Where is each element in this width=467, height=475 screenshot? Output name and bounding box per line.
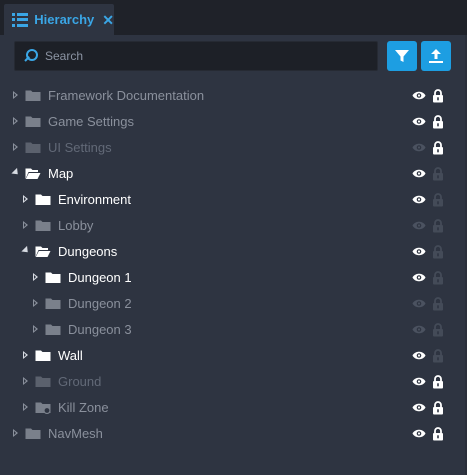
visibility-eye-icon[interactable] [412,245,426,260]
tab-title: Hierarchy [34,12,95,27]
folder-open-icon [25,167,41,183]
close-icon[interactable]: ✕ [102,13,114,27]
tree-item-label: Ground [58,374,102,389]
lock-icon[interactable] [432,245,444,262]
lock-icon[interactable] [432,141,444,158]
lock-icon[interactable] [432,193,444,210]
tree-item-label: Wall [58,348,83,363]
expanded-arrow-icon[interactable] [21,245,31,256]
collapsed-arrow-icon[interactable] [23,351,28,359]
folder-icon [25,115,41,131]
folder-icon [35,219,51,235]
tree-item[interactable]: Map [0,160,465,186]
visibility-eye-icon[interactable] [412,349,426,364]
folder-open-icon [35,245,51,261]
lock-icon[interactable] [432,349,444,366]
tree-item[interactable]: Ground [0,368,465,394]
collapsed-arrow-icon[interactable] [23,377,28,385]
hierarchy-tree: Framework Documentation Game Settings UI S… [0,82,465,446]
lock-icon[interactable] [432,427,444,444]
search-input[interactable] [43,48,367,64]
lock-icon[interactable] [432,115,444,132]
visibility-eye-icon[interactable] [412,141,426,156]
folder-icon [35,349,51,365]
tree-item-label: Lobby [58,218,94,233]
collapsed-arrow-icon[interactable] [13,117,18,125]
tree-item[interactable]: Dungeons [0,238,465,264]
search-box[interactable] [14,41,378,71]
lock-icon[interactable] [432,167,444,184]
folder-icon [45,323,61,339]
visibility-eye-icon[interactable] [412,115,426,130]
lock-icon[interactable] [432,375,444,392]
tree-item[interactable]: Dungeon 3 [0,316,465,342]
collapsed-arrow-icon[interactable] [13,429,18,437]
tree-item[interactable]: UI Settings [0,134,465,160]
visibility-eye-icon[interactable] [412,193,426,208]
search-icon [24,49,38,63]
lock-icon[interactable] [432,297,444,314]
tree-item[interactable]: NavMesh [0,420,465,446]
hierarchy-panel: Framework Documentation Game Settings UI S… [0,35,467,475]
folder-icon [25,89,41,105]
tree-item[interactable]: Dungeon 1 [0,264,465,290]
collapsed-arrow-icon[interactable] [13,91,18,99]
collapsed-arrow-icon[interactable] [33,273,38,281]
lock-icon[interactable] [432,323,444,340]
tree-item-label: Dungeons [58,244,118,259]
collapsed-arrow-icon[interactable] [23,195,28,203]
upload-icon [429,49,443,63]
visibility-eye-icon[interactable] [412,89,426,104]
visibility-eye-icon[interactable] [412,167,426,182]
tree-item-label: Framework Documentation [48,88,205,103]
tree-item[interactable]: Wall [0,342,465,368]
tree-item-label: Game Settings [48,114,134,129]
visibility-eye-icon[interactable] [412,401,426,416]
visibility-eye-icon[interactable] [412,297,426,312]
tree-item[interactable]: Kill Zone [0,394,465,420]
filter-icon [395,50,409,62]
folder-icon [25,427,41,443]
expanded-arrow-icon[interactable] [11,167,21,178]
lock-icon[interactable] [432,401,444,418]
tree-item-label: Dungeon 2 [68,296,132,311]
filter-button[interactable] [387,41,417,71]
lock-icon[interactable] [432,271,444,288]
tab-bar: Hierarchy ✕ [0,0,467,35]
tree-item[interactable]: Lobby [0,212,465,238]
tree-item[interactable]: Game Settings [0,108,465,134]
folder-icon [35,193,51,209]
folder-icon [45,271,61,287]
lock-icon[interactable] [432,219,444,236]
tree-item-label: Dungeon 3 [68,322,132,337]
collapsed-arrow-icon[interactable] [23,403,28,411]
trigger-folder-icon [35,401,51,417]
visibility-eye-icon[interactable] [412,271,426,286]
visibility-eye-icon[interactable] [412,427,426,442]
tree-item-label: Dungeon 1 [68,270,132,285]
folder-icon [45,297,61,313]
collapsed-arrow-icon[interactable] [13,143,18,151]
hierarchy-list-icon [12,12,29,27]
visibility-eye-icon[interactable] [412,323,426,338]
tree-item[interactable]: Environment [0,186,465,212]
folder-icon [25,141,41,157]
tree-item-label: Environment [58,192,131,207]
tab-hierarchy[interactable]: Hierarchy ✕ [4,4,114,35]
collapsed-arrow-icon[interactable] [33,299,38,307]
tree-item-label: Map [48,166,74,181]
tree-item[interactable]: Dungeon 2 [0,290,465,316]
tree-item-label: UI Settings [48,140,112,155]
visibility-eye-icon[interactable] [412,219,426,234]
collapsed-arrow-icon[interactable] [33,325,38,333]
tree-item-label: NavMesh [48,426,103,441]
collapsed-arrow-icon[interactable] [23,221,28,229]
visibility-eye-icon[interactable] [412,375,426,390]
tree-item[interactable]: Framework Documentation [0,82,465,108]
tree-item-label: Kill Zone [58,400,109,415]
lock-icon[interactable] [432,89,444,106]
upload-button[interactable] [421,41,451,71]
folder-icon [35,375,51,391]
